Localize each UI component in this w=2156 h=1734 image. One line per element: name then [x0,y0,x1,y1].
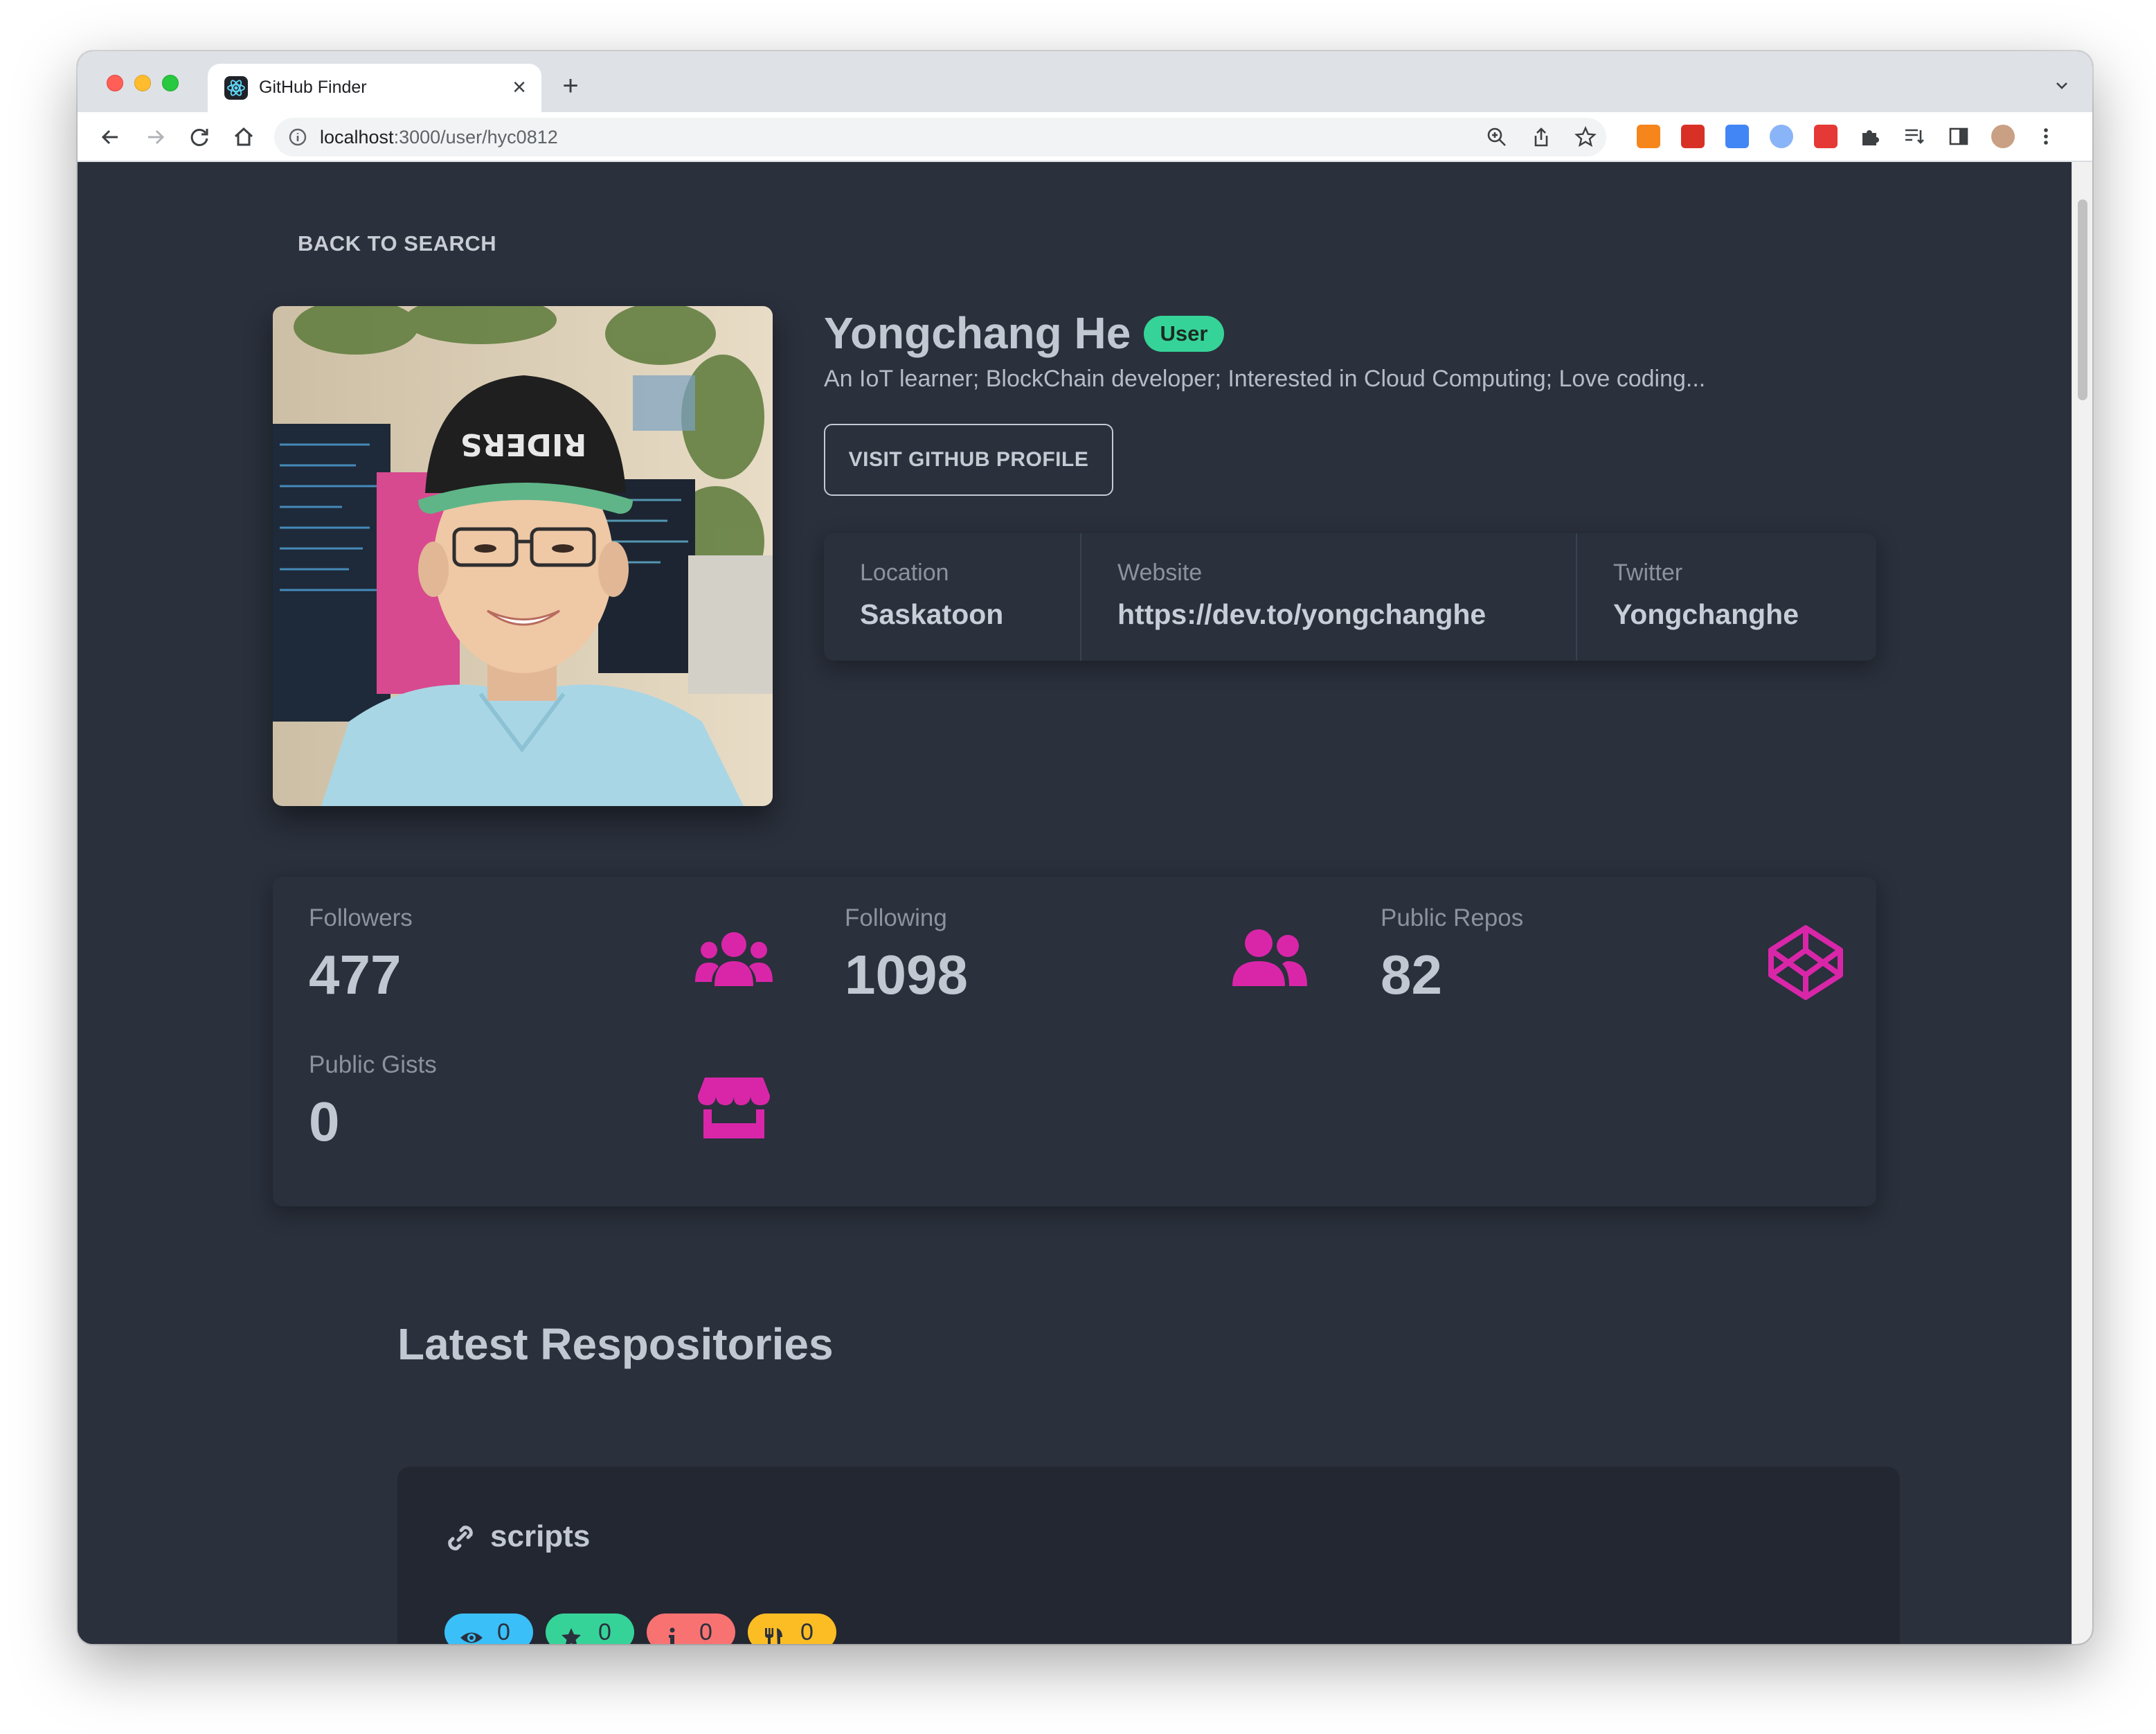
following-stat: Following 1098 [809,877,1307,1015]
profile-avatar-icon[interactable] [1991,125,2015,148]
svg-text:RIDERS: RIDERS [460,427,586,462]
following-label: Following [845,904,947,931]
scrollbar[interactable] [2072,162,2092,1644]
public-gists-label: Public Gists [309,1051,437,1078]
info-icon[interactable] [288,127,307,147]
new-tab-icon[interactable]: + [557,72,584,100]
reading-list-icon[interactable] [1903,125,1926,148]
visit-github-profile-button[interactable]: VISIT GITHUB PROFILE [824,424,1113,496]
close-tab-icon[interactable]: × [505,73,533,101]
chevron-down-icon[interactable] [2052,76,2072,96]
minimize-window-button[interactable] [134,75,151,91]
utensils-icon [763,1622,784,1644]
info-icon [662,1622,683,1644]
location-value: Saskatoon [860,598,1004,630]
stars-badge: 0 [546,1614,634,1644]
watchers-count: 0 [497,1619,510,1644]
browser-toolbar: localhost:3000/user/hyc0812 [78,112,2092,162]
followers-stat: Followers 477 [273,877,773,1015]
location-stat: Location Saskatoon [824,533,1080,661]
public-repos-stat: Public Repos 82 [1345,877,1843,1015]
scrollbar-thumb[interactable] [2078,199,2087,400]
star-bookmark-icon[interactable] [1574,126,1597,148]
website-link[interactable]: https://dev.to/yongchanghe [1117,598,1486,631]
users-icon [695,927,773,993]
browser-window: GitHub Finder × + localhost:3000/user/hy… [78,51,2092,1644]
public-gists-stat: Public Gists 0 [273,1024,770,1162]
profile-bio: An IoT learner; BlockChain developer; In… [824,366,1706,392]
repo-card: scripts 0 0 0 0 [397,1467,1900,1644]
forks-count: 0 [800,1619,814,1644]
profile-details-card: Location Saskatoon Website https://dev.t… [824,533,1876,661]
profile-name: Yongchang He [824,308,1131,358]
twitter-link[interactable]: Yongchanghe [1613,598,1799,631]
tab-title: GitHub Finder [259,78,367,97]
followers-count: 477 [309,944,402,1005]
side-panel-icon[interactable] [1947,125,1970,148]
store-icon [695,1075,773,1141]
react-icon [224,76,248,100]
maximize-window-button[interactable] [162,75,179,91]
forward-arrow-icon[interactable] [140,122,170,152]
issues-badge: 0 [647,1614,735,1644]
address-bar[interactable]: localhost:3000/user/hyc0812 [274,118,1606,157]
share-icon[interactable] [1530,126,1552,148]
home-icon[interactable] [228,122,259,152]
website-label: Website [1117,560,1203,586]
public-gists-count: 0 [309,1091,340,1152]
stars-count: 0 [598,1619,611,1644]
user-type-badge: User [1144,316,1224,352]
extension-icon[interactable] [1681,125,1705,148]
public-repos-count: 82 [1381,944,1442,1005]
codepen-icon [1767,924,1844,1000]
url-text: localhost:3000/user/hyc0812 [320,127,558,148]
link-icon [444,1522,476,1554]
back-to-search-link[interactable]: BACK TO SEARCH [298,231,496,256]
location-label: Location [860,560,949,586]
repo-name-link[interactable]: scripts [490,1519,590,1554]
issues-count: 0 [699,1619,712,1644]
avatar: RIDERS [273,306,773,806]
twitter-stat: Twitter Yongchanghe [1577,533,1876,661]
extension-icon[interactable] [1814,125,1838,148]
followers-label: Followers [309,904,413,931]
star-icon [561,1622,582,1644]
following-count: 1098 [845,944,968,1005]
tab-bar: GitHub Finder × + [78,51,2092,112]
forks-badge: 0 [748,1614,836,1644]
puzzle-extensions-icon[interactable] [1858,125,1882,148]
eye-icon [460,1622,483,1643]
grammarly-extension-icon[interactable] [1770,125,1793,148]
back-arrow-icon[interactable] [96,122,126,152]
translate-extension-icon[interactable] [1725,125,1749,148]
reload-icon[interactable] [184,122,215,152]
watchers-badge: 0 [444,1614,533,1644]
browser-tab[interactable]: GitHub Finder × [208,64,541,112]
twitter-label: Twitter [1613,560,1683,586]
close-window-button[interactable] [107,75,123,91]
metamask-extension-icon[interactable] [1637,125,1660,148]
stats-card: Followers 477 Following 1098 Public Repo… [273,877,1876,1206]
public-repos-label: Public Repos [1381,904,1524,931]
user-friends-icon [1231,927,1309,993]
page-content: BACK TO SEARCH RIDERS Yongchang He User … [78,162,2072,1644]
zoom-icon[interactable] [1486,126,1508,148]
website-stat: Website https://dev.to/yongchanghe [1081,533,1574,661]
latest-repositories-heading: Latest Respositories [397,1319,834,1369]
kebab-menu-icon[interactable] [2034,125,2058,148]
